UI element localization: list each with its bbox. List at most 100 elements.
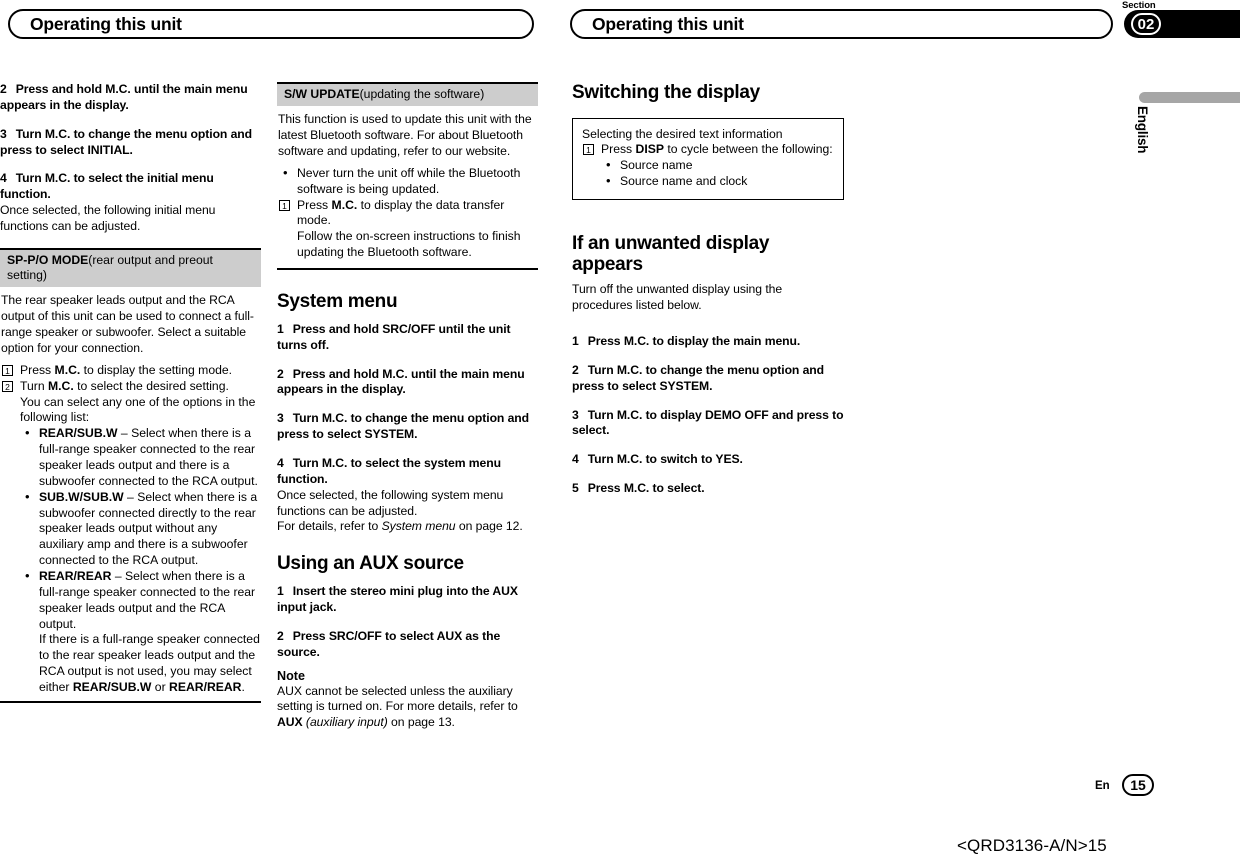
option-closing-mid: or	[151, 680, 170, 694]
running-head-left: Operating this unit	[8, 9, 534, 39]
unwanted-display-intro: Turn off the unwanted display using the …	[572, 282, 783, 313]
column-two: S/W UPDATE(updating the software) This f…	[277, 82, 538, 744]
sp-po-mode-numbered-list: 1 Press M.C. to display the setting mode.…	[1, 363, 260, 696]
list-item: Source name	[601, 157, 834, 174]
sp-po-mode-block: SP-P/O MODE(rear output and preout setti…	[0, 247, 261, 703]
footer-language-code: En	[1095, 780, 1110, 792]
switching-display-box: Selecting the desired text information 1…	[572, 117, 844, 200]
step-text: Press and hold M.C. until the main menu …	[0, 82, 248, 112]
number-box: 2	[2, 380, 13, 392]
sw-update-warning-list: Never turn the unit off while the Blueto…	[278, 165, 537, 198]
step-item: 3 Turn M.C. to display DEMO OFF and press…	[572, 408, 844, 440]
sw-update-intro: This function is used to update this uni…	[278, 112, 532, 158]
step-text: Turn M.C. to select the system menu func…	[277, 455, 501, 486]
running-head-right: Operating this unit	[570, 9, 1113, 39]
step-number: 2	[572, 362, 579, 377]
step-text: Press M.C. to display the main menu.	[587, 333, 801, 348]
list-item-pre: Turn	[20, 378, 48, 393]
system-menu-reference: For details, refer to System menu on pag…	[277, 519, 538, 535]
sp-po-mode-body: The rear speaker leads output and the RC…	[0, 287, 261, 695]
option-closing-bold-1: REAR/SUB.W	[72, 680, 152, 694]
list-item-pre: Press	[20, 362, 55, 377]
list-item: REAR/REAR – Select when there is a full-…	[20, 568, 260, 696]
step-number: 4	[0, 171, 7, 186]
option-closing-bold-2: REAR/REAR	[169, 680, 242, 694]
step-text: Press SRC/OFF to select AUX as the sourc…	[277, 628, 501, 659]
running-head-right-text: Operating this unit	[592, 13, 744, 34]
step-text: Turn M.C. to change the menu option and …	[277, 411, 530, 442]
list-item: Never turn the unit off while the Blueto…	[278, 165, 537, 198]
list-item-post: to cycle between the following:	[664, 141, 833, 156]
option-closing-end: .	[241, 680, 245, 694]
sw-update-block: S/W UPDATE(updating the software) This f…	[277, 82, 538, 270]
sp-po-mode-intro: The rear speaker leads output and the RC…	[1, 293, 254, 355]
sw-update-numbered-list: 1 Press M.C. to display the data transfer…	[278, 198, 537, 261]
note-italic: (auxiliary input)	[302, 715, 388, 730]
step-item: 2 Press and hold M.C. until the main menu…	[277, 367, 538, 399]
step-text: Press and hold SRC/OFF until the unit tu…	[277, 321, 511, 352]
step-number: 3	[572, 407, 579, 422]
system-menu-followup: Once selected, the following system menu…	[277, 487, 504, 518]
step-number: 5	[572, 481, 579, 496]
step-number: 4	[277, 455, 284, 470]
list-item: 2 Turn M.C. to select the desired setting…	[1, 379, 260, 696]
step-item: 1 Press and hold SRC/OFF until the unit t…	[277, 322, 538, 354]
note-text: AUX cannot be selected unless the auxili…	[277, 684, 538, 732]
sp-po-mode-band: SP-P/O MODE(rear output and preout setti…	[0, 249, 261, 288]
aux-source-heading: Using an AUX source	[277, 553, 464, 575]
box-numbered-list: 1 Press DISP to cycle between the followi…	[582, 142, 834, 190]
option-term: REAR/SUB.W	[39, 426, 118, 441]
step-text: Turn M.C. to change the menu option and …	[0, 126, 253, 157]
unwanted-display-heading: If an unwanted display appears	[572, 232, 770, 276]
list-item-post: to select the desired setting.	[73, 378, 229, 393]
step-text: Press M.C. to select.	[587, 481, 705, 496]
step-text: Turn M.C. to change the menu option and …	[572, 362, 825, 393]
step-number: 4	[572, 452, 579, 467]
step-number: 3	[277, 411, 284, 426]
list-item: 1 Press M.C. to display the setting mode.	[1, 363, 260, 379]
option-closing: If there is a full-range speaker connect…	[39, 632, 260, 695]
step-text: Press and hold M.C. until the main menu …	[277, 366, 525, 397]
step-item: 2 Turn M.C. to change the menu option and…	[572, 363, 844, 395]
step-followup-text: Once selected, the following initial men…	[0, 203, 216, 234]
column-three: Switching the display Selecting the desi…	[572, 82, 844, 510]
footer-page-number: 15	[1122, 774, 1154, 796]
step-text: Turn M.C. to select the initial menu fun…	[0, 171, 214, 202]
step-item: 4 Turn M.C. to select the initial menu fu…	[0, 171, 261, 203]
step-item: 2 Press SRC/OFF to select AUX as the sour…	[277, 629, 538, 661]
step-number: 1	[277, 584, 284, 599]
number-box: 1	[279, 199, 290, 211]
list-item-bold: DISP	[635, 141, 664, 156]
list-item: 1 Press M.C. to display the data transfer…	[278, 198, 537, 261]
document-id: <QRD3136-A/N>15	[957, 836, 1107, 855]
option-term: REAR/REAR	[39, 568, 112, 583]
list-item-bold: M.C.	[48, 378, 74, 393]
step-item: 3 Turn M.C. to change the menu option and…	[277, 411, 538, 443]
section-number: 02	[1131, 13, 1161, 35]
rule-bottom	[0, 700, 261, 703]
step-item: 4 Turn M.C. to switch to YES.	[572, 452, 844, 468]
sw-update-subtitle: (updating the software)	[359, 87, 485, 101]
sw-update-body: This function is used to update this uni…	[277, 106, 538, 261]
list-item-pre: Press	[601, 141, 636, 156]
language-tab-label: English	[1135, 106, 1150, 154]
list-item-bold: M.C.	[54, 362, 81, 377]
number-box: 1	[2, 364, 13, 376]
note-pre: AUX cannot be selected unless the auxili…	[277, 683, 518, 714]
reference-pre: For details, refer to	[277, 519, 382, 534]
sw-update-title: S/W UPDATE	[284, 87, 360, 101]
number-box: 1	[583, 143, 594, 155]
step-item: 2 Press and hold M.C. until the main menu…	[0, 82, 261, 114]
box-bullet-list: Source name Source name and clock	[601, 157, 834, 190]
list-item: 1 Press DISP to cycle between the followi…	[582, 142, 834, 190]
step-item: 1 Insert the stereo mini plug into the AU…	[277, 584, 538, 616]
step-item: 3 Turn M.C. to change the menu option and…	[0, 127, 261, 159]
step-number: 2	[0, 82, 7, 96]
list-item-pre: Press	[297, 197, 332, 212]
reference-post: on page 12.	[455, 519, 523, 534]
note-bold: AUX	[277, 715, 303, 730]
list-item: SUB.W/SUB.W – Select when there is a sub…	[20, 489, 260, 569]
list-item-continuation: Follow the on-screen instructions to fin…	[297, 229, 521, 260]
step-number: 2	[277, 366, 284, 381]
step-text: Turn M.C. to switch to YES.	[587, 452, 743, 467]
